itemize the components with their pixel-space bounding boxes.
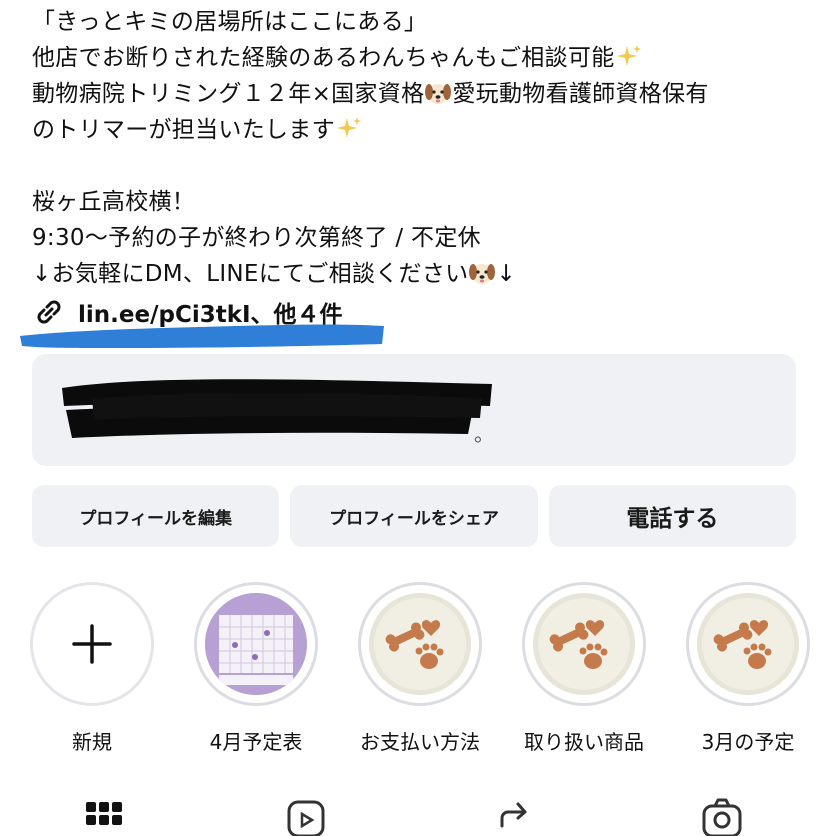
repost-icon[interactable] xyxy=(494,796,534,836)
bio-text: 9:30〜予約の子が終わり次第終了 / 不定休 xyxy=(32,225,481,251)
highlight-products[interactable]: 取り扱い商品 xyxy=(514,582,654,755)
highlight-ring[interactable] xyxy=(522,582,646,706)
bio-text: 桜ヶ丘高校横！ xyxy=(32,189,196,215)
bio-line: ↓お気軽にDM、LINEにてご相談ください ↓ xyxy=(32,256,812,292)
plus-icon xyxy=(72,624,112,664)
bio-line: 9:30〜予約の子が終わり次第終了 / 不定休 xyxy=(32,220,812,256)
bio-line: のトリマーが担当いたします xyxy=(32,112,812,148)
paw-bone-thumbnail xyxy=(369,593,471,695)
paw-bone-icon xyxy=(374,598,466,690)
highlight-label: 新規 xyxy=(72,730,112,754)
paw-bone-thumbnail xyxy=(533,593,635,695)
share-profile-button[interactable]: プロフィールをシェア xyxy=(290,485,538,547)
redaction-scribble xyxy=(62,379,492,438)
bio-text: 「きっとキミの居場所はここにある」 xyxy=(32,9,428,35)
bio-line: 桜ヶ丘高校横！ xyxy=(32,184,812,220)
dog-face-icon xyxy=(425,84,452,104)
dog-face-icon xyxy=(469,264,496,284)
highlight-april-schedule[interactable]: 4月予定表 xyxy=(186,582,326,755)
bio-line: 「きっとキミの居場所はここにある」 xyxy=(32,4,812,40)
story-highlights: 新規 4月予定表 お支払い方法 取り扱い商品 3月の予定 xyxy=(0,582,828,762)
bio-spacer xyxy=(32,148,812,184)
bio-line: 他店でお断りされた経験のあるわんちゃんもご相談可能 xyxy=(32,40,812,76)
highlight-payment[interactable]: お支払い方法 xyxy=(350,582,490,755)
tagged-icon[interactable] xyxy=(702,796,742,836)
redacted-info-card[interactable]: 。 xyxy=(32,354,796,466)
bio-text: 動物病院トリミング１２年×国家資格 xyxy=(32,81,425,107)
sparkles-icon xyxy=(616,45,641,66)
bio-line: 動物病院トリミング１２年×国家資格 愛玩動物看護師資格保有 xyxy=(32,76,812,112)
bio-text: 他店でお断りされた経験のあるわんちゃんもご相談可能 xyxy=(32,45,615,71)
highlight-label: 4月予定表 xyxy=(209,730,303,754)
highlight-ring[interactable] xyxy=(358,582,482,706)
card-visible-char: 。 xyxy=(474,422,494,446)
highlight-ring[interactable] xyxy=(686,582,810,706)
sparkles-icon xyxy=(336,117,361,138)
calendar-image xyxy=(205,593,307,695)
reels-icon[interactable] xyxy=(286,796,326,836)
call-button[interactable]: 電話する xyxy=(548,485,796,547)
calendar-thumbnail xyxy=(205,593,307,695)
profile-tabs xyxy=(0,796,828,836)
paw-bone-icon xyxy=(702,598,794,690)
highlight-label: 3月の予定 xyxy=(701,730,795,754)
marker-scribble xyxy=(20,324,384,348)
highlight-ring[interactable] xyxy=(30,582,154,706)
bio-text: ↓お気軽にDM、LINEにてご相談ください xyxy=(32,261,469,287)
bio-text: 愛玩動物看護師資格保有 xyxy=(452,81,709,107)
highlight-label: お支払い方法 xyxy=(360,730,480,754)
paw-bone-thumbnail xyxy=(697,593,799,695)
grid-icon[interactable] xyxy=(84,796,124,836)
highlight-ring[interactable] xyxy=(194,582,318,706)
edit-profile-button[interactable]: プロフィールを編集 xyxy=(32,485,280,547)
highlight-label: 取り扱い商品 xyxy=(524,730,644,754)
highlight-march-schedule[interactable]: 3月の予定 xyxy=(678,582,818,755)
bio-text: ↓ xyxy=(496,261,517,287)
profile-bio: 「きっとキミの居場所はここにある」 他店でお断りされた経験のあるわんちゃんもご相… xyxy=(32,4,812,292)
paw-bone-icon xyxy=(538,598,630,690)
bio-text: のトリマーが担当いたします xyxy=(32,117,335,143)
profile-actions: プロフィールを編集 プロフィールをシェア 電話する xyxy=(32,485,796,547)
highlight-new[interactable]: 新規 xyxy=(22,582,162,755)
